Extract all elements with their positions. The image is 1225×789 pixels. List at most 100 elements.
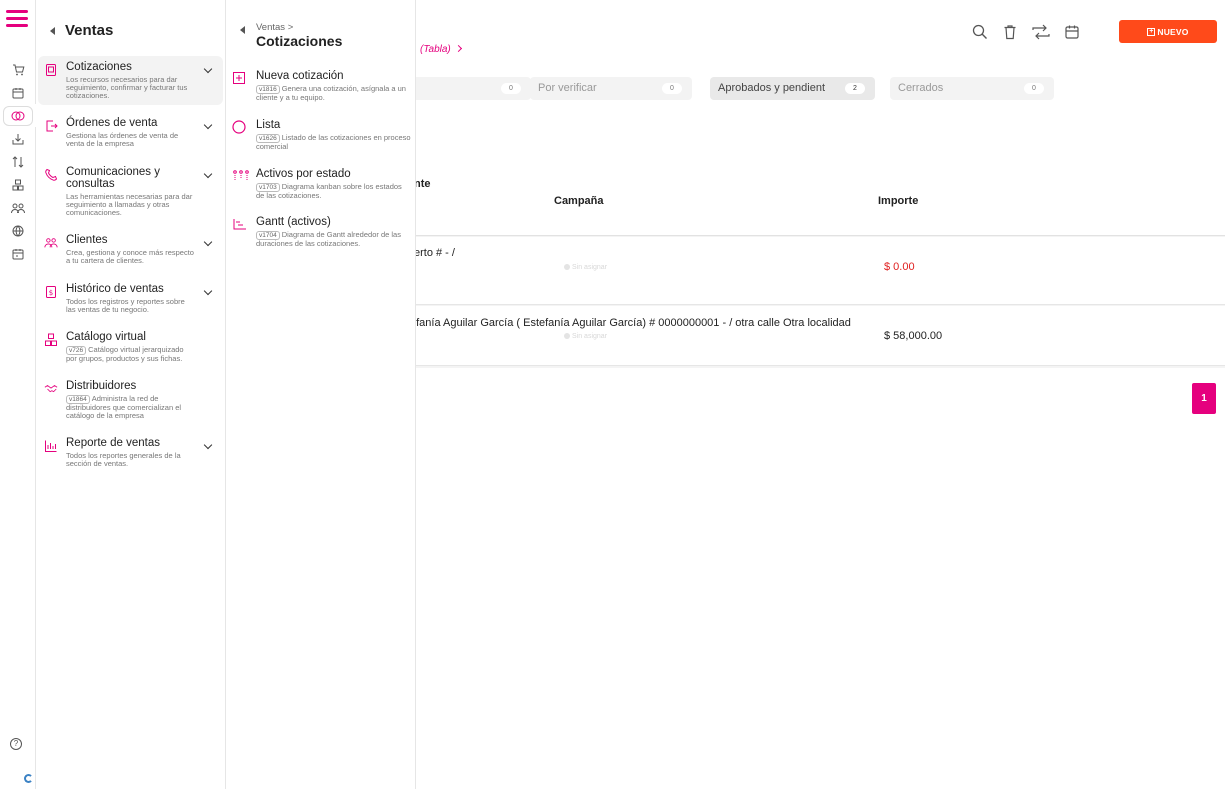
menu-item-title: Clientes [66,234,108,246]
table-row[interactable]: erto # - / Sin asignar $ 0.00 [414,237,1225,305]
menu-item-catalogo[interactable]: Catálogo virtual v726 Catálogo virtual je… [38,326,223,368]
help-icon[interactable]: ? [10,738,22,750]
menu-item-clientes[interactable]: Clientes Crea, gestiona y conoce más res… [38,229,223,270]
calendar-icon[interactable] [1064,24,1080,40]
filter-tab-aprobados[interactable]: Aprobados y pendient 2 [710,77,875,100]
cell-campaign: Sin asignar [564,264,607,271]
filter-label: Cerrados [898,82,944,94]
table-row[interactable]: efanía Aguilar García ( Estefanía Aguila… [410,306,1225,366]
submenu-item-title: Gantt (activos) [256,216,331,228]
filter-tab-partial[interactable]: r 0 [410,77,531,100]
menu-item-desc: Los recursos necesarios para dar seguimi… [66,75,188,100]
menu-item-title: Comunicaciones y consultas [66,166,160,190]
menu-item-title: Distribuidores [66,380,137,392]
filter-count: 0 [501,83,521,94]
toolbar [972,24,1080,40]
circle-icon [232,120,246,134]
submenu-breadcrumb: Ventas > [256,22,294,33]
submenu-item-title: Nueva cotización [256,70,344,82]
menu-header[interactable]: Ventas [50,22,113,39]
menu-title: Ventas [65,22,114,39]
quotes-table: nte Campaña Importe erto # - / Sin asign… [410,168,1225,368]
menu-item-cotizaciones[interactable]: Cotizaciones Los recursos necesarios par… [38,56,223,105]
menu-item-desc: Todos los reportes generales de la secci… [66,451,181,468]
menu-item-title: Órdenes de venta [66,117,158,129]
cotizaciones-submenu-panel: Ventas > Cotizaciones Nueva cotización v… [226,0,416,789]
column-header-campaign[interactable]: Campaña [554,195,604,207]
cell-client: efanía Aguilar García ( Estefanía Aguila… [410,317,851,329]
sort-icon[interactable] [0,150,36,173]
cell-amount: $ 58,000.00 [884,330,943,342]
cell-client: erto # - / [414,247,455,259]
kanban-icon [233,170,249,181]
users-icon[interactable] [0,196,36,219]
order-export-icon [46,120,58,132]
menu-item-distribuidores[interactable]: Distribuidores v1864 Administra la red de… [38,375,223,425]
menu-item-reporte[interactable]: Reporte de ventas Todos los reportes gen… [38,432,223,473]
submenu-item-nueva-cotizacion[interactable]: Nueva cotización v1816 Genera una cotizac… [232,70,412,102]
trash-icon[interactable] [1002,24,1018,40]
new-button-label: NUEVO [1157,26,1189,37]
sync-icon[interactable] [24,774,33,783]
column-header-client[interactable]: nte [414,178,431,190]
sales-menu-panel: Ventas Cotizaciones Los recursos necesar… [36,0,226,789]
table-header: nte Campaña Importe [414,168,1225,236]
menu-item-desc: Las herramientas necesarias para dar seg… [66,192,193,217]
handshake-icon [44,384,58,393]
back-triangle-icon [240,26,245,34]
globe-icon[interactable] [0,219,36,242]
phone-icon [45,168,58,181]
calendar-icon[interactable] [0,81,36,104]
cell-campaign: Sin asignar [564,333,607,340]
filter-tab-por-verificar[interactable]: Por verificar 0 [530,77,692,100]
back-triangle-icon [50,26,55,35]
menu-item-desc: Crea, gestiona y conoce más respecto a t… [66,248,194,265]
svg-text:$: $ [49,289,53,297]
swap-icon[interactable] [1032,24,1050,40]
submenu-item-title: Lista [256,119,281,131]
new-button[interactable]: + NUEVO [1119,20,1217,43]
menu-item-title: Reporte de ventas [66,437,160,449]
quotes-icon[interactable] [0,104,36,127]
search-icon[interactable] [972,24,988,40]
menu-item-historico[interactable]: $ Histórico de ventas Todos los registro… [38,278,223,319]
submenu-title: Cotizaciones [256,33,343,49]
boxes-icon[interactable] [0,173,36,196]
filter-label: Por verificar [538,82,597,94]
menu-item-desc: v1864 Administra la red de distribuidores… [66,395,196,420]
column-header-amount[interactable]: Importe [878,195,918,207]
calendar-check-icon[interactable] [0,242,36,265]
cell-amount: $ 0.00 [884,261,915,273]
inbox-download-icon[interactable] [0,127,36,150]
menu-item-ordenes[interactable]: Órdenes de venta Gestiona las órdenes de… [38,112,223,153]
menu-item-desc: v726 Catálogo virtual jerarquizado por gr… [66,346,196,363]
menu-icon[interactable] [6,10,28,28]
cart-icon[interactable] [0,58,36,81]
add-square-icon [233,72,245,84]
filter-tab-cerrados[interactable]: Cerrados 0 [890,77,1054,100]
report-icon [45,440,57,452]
submenu-item-desc: v1704 Diagrama de Gantt alrededor de las … [256,231,411,248]
submenu-item-desc: v1816 Genera una cotización, asígnala a u… [256,85,411,102]
catalog-icon [45,333,57,346]
menu-item-comunicaciones[interactable]: Comunicaciones y consultas Las herramien… [38,161,223,222]
filter-count: 0 [662,83,682,94]
submenu-item-activos-estado[interactable]: Activos por estado v1703 Diagrama kanban … [232,168,412,200]
submenu-item-title: Activos por estado [256,168,351,180]
pagination-page-1[interactable]: 1 [1192,383,1216,414]
document-icon [46,64,56,76]
menu-item-desc: Todos los registros y reportes sobre las… [66,297,185,314]
submenu-item-gantt[interactable]: Gantt (activos) v1704 Diagrama de Gantt a… [232,216,412,248]
filter-count: 0 [1024,83,1044,94]
submenu-item-desc: v1703 Diagrama kanban sobre los estados d… [256,183,411,200]
view-breadcrumb[interactable]: (Tabla) [420,44,451,55]
submenu-item-desc: v1626 Listado de las cotizaciones en proc… [256,134,411,151]
filter-label: Aprobados y pendient [718,82,826,94]
chevron-right-icon[interactable] [454,44,463,53]
chevron-down-icon[interactable] [203,169,213,179]
menu-item-title: Catálogo virtual [66,331,146,343]
submenu-item-lista[interactable]: Lista v1626 Listado de las cotizaciones e… [232,119,412,151]
icon-rail: ? [0,0,36,789]
filter-count: 2 [845,83,865,94]
main-content: (Tabla) + NUEVO r 0 Por verificar 0 Apro… [410,0,1225,789]
